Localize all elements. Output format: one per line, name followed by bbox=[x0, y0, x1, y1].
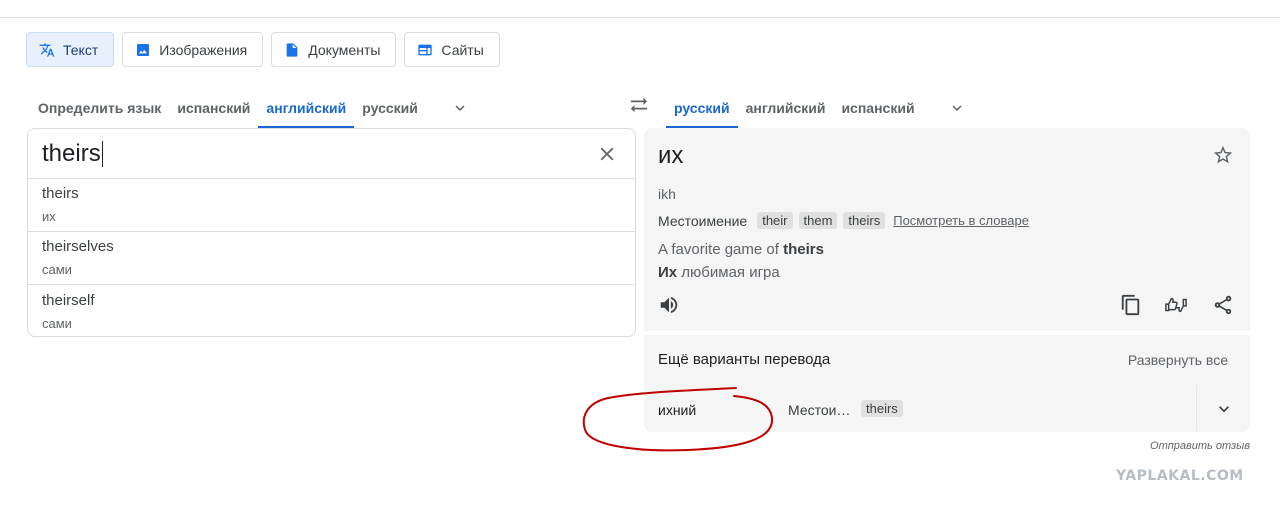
mode-tab-documents[interactable]: Документы bbox=[271, 32, 397, 67]
source-lang-english[interactable]: английский bbox=[258, 88, 355, 128]
suggestion-item[interactable]: theirselves сами bbox=[28, 232, 635, 285]
document-icon bbox=[284, 42, 300, 58]
expand-all-button[interactable]: Развернуть все bbox=[1128, 352, 1228, 368]
watermark: YAPLAKAL.COM bbox=[1116, 468, 1244, 484]
suggestion-item[interactable]: theirs их bbox=[28, 179, 635, 232]
synonym-chip[interactable]: theirs bbox=[843, 212, 886, 229]
copy-icon bbox=[1121, 294, 1140, 316]
source-lang-russian[interactable]: русский bbox=[354, 88, 426, 128]
clear-source-button[interactable] bbox=[595, 142, 619, 166]
target-lang-more-button[interactable] bbox=[937, 88, 977, 128]
transliteration: ikh bbox=[658, 186, 676, 202]
source-text-input[interactable]: theirs bbox=[28, 129, 635, 179]
variant-part-of-speech: Местои… bbox=[788, 402, 851, 418]
source-text: theirs bbox=[42, 139, 101, 167]
mode-tabs: Текст Изображения Документы Сайты bbox=[26, 32, 500, 67]
suggestion-translation: сами bbox=[42, 315, 72, 331]
mode-tab-label: Сайты bbox=[441, 41, 484, 58]
source-language-bar: Определить язык испанский английский рус… bbox=[30, 88, 480, 128]
share-icon bbox=[1214, 295, 1232, 315]
suggestion-translation: сами bbox=[42, 262, 72, 277]
share-button[interactable] bbox=[1212, 294, 1236, 318]
suggestion-item[interactable]: theirself сами bbox=[28, 285, 635, 338]
mode-tab-label: Документы bbox=[308, 41, 381, 58]
example-source-highlight: theirs bbox=[783, 241, 824, 258]
star-icon bbox=[1213, 145, 1233, 164]
more-translations-panel: Ещё варианты перевода Развернуть все ихн… bbox=[644, 335, 1250, 432]
suggestion-word: theirselves bbox=[42, 238, 114, 255]
example-source-text: A favorite game of bbox=[658, 241, 784, 258]
suggestion-word: theirself bbox=[42, 291, 95, 309]
target-lang-english[interactable]: английский bbox=[738, 88, 834, 128]
variant-divider bbox=[1196, 385, 1197, 431]
image-icon bbox=[135, 42, 151, 58]
example-translation-text: любимая игра bbox=[677, 264, 780, 281]
source-lang-more-button[interactable] bbox=[440, 88, 480, 128]
target-language-bar: русский английский испанский bbox=[666, 88, 977, 128]
part-of-speech-row: Местоимение their them theirs Посмотреть… bbox=[658, 212, 1029, 229]
listen-button[interactable] bbox=[658, 294, 682, 318]
chevron-down-icon bbox=[1219, 406, 1229, 413]
example-translation: Их любимая игра bbox=[658, 264, 780, 281]
mode-tab-label: Изображения bbox=[159, 41, 248, 58]
chevron-down-icon bbox=[952, 105, 962, 111]
dictionary-link[interactable]: Посмотреть в словаре bbox=[893, 213, 1029, 228]
mode-tab-websites[interactable]: Сайты bbox=[404, 32, 500, 67]
mode-tab-images[interactable]: Изображения bbox=[122, 32, 264, 67]
swap-languages-button[interactable] bbox=[626, 94, 652, 116]
source-lang-spanish[interactable]: испанский bbox=[169, 88, 258, 128]
swap-icon bbox=[630, 97, 648, 113]
close-icon bbox=[600, 147, 614, 161]
text-caret bbox=[101, 140, 103, 167]
variant-expand-button[interactable] bbox=[1214, 399, 1234, 419]
top-divider bbox=[0, 0, 1280, 18]
source-lang-detect[interactable]: Определить язык bbox=[30, 88, 169, 128]
mode-tab-label: Текст bbox=[63, 41, 99, 58]
website-icon bbox=[417, 42, 433, 58]
translation-actions bbox=[644, 294, 1250, 320]
speaker-icon bbox=[660, 296, 678, 314]
variant-chip[interactable]: theirs bbox=[861, 400, 903, 417]
suggestion-word: theirs bbox=[42, 185, 79, 202]
mode-tab-text[interactable]: Текст bbox=[26, 32, 115, 67]
suggestion-translation: их bbox=[42, 209, 56, 224]
synonym-chip[interactable]: their bbox=[757, 212, 793, 229]
example-source: A favorite game of theirs bbox=[658, 241, 824, 258]
target-lang-spanish[interactable]: испанский bbox=[833, 88, 922, 128]
thumbs-up-down-icon bbox=[1165, 297, 1187, 313]
translation-text: их bbox=[658, 142, 684, 169]
part-of-speech-label: Местоимение bbox=[658, 212, 748, 229]
variant-word[interactable]: ихний bbox=[658, 402, 696, 418]
rate-translation-button[interactable] bbox=[1164, 294, 1190, 318]
source-panel: theirs theirs их theirselves сами theirs… bbox=[27, 128, 636, 337]
copy-translation-button[interactable] bbox=[1120, 294, 1144, 318]
chevron-down-icon bbox=[455, 105, 465, 111]
send-feedback-link[interactable]: Отправить отзыв bbox=[1150, 440, 1250, 452]
save-translation-button[interactable] bbox=[1212, 144, 1234, 166]
target-lang-russian[interactable]: русский bbox=[666, 88, 738, 128]
synonym-chip[interactable]: them bbox=[798, 212, 838, 229]
example-translation-highlight: Их bbox=[658, 264, 678, 281]
target-panel: их ikh Местоимение their them theirs Пос… bbox=[644, 128, 1250, 331]
more-translations-title: Ещё варианты перевода bbox=[658, 351, 831, 368]
translate-icon bbox=[39, 42, 55, 58]
